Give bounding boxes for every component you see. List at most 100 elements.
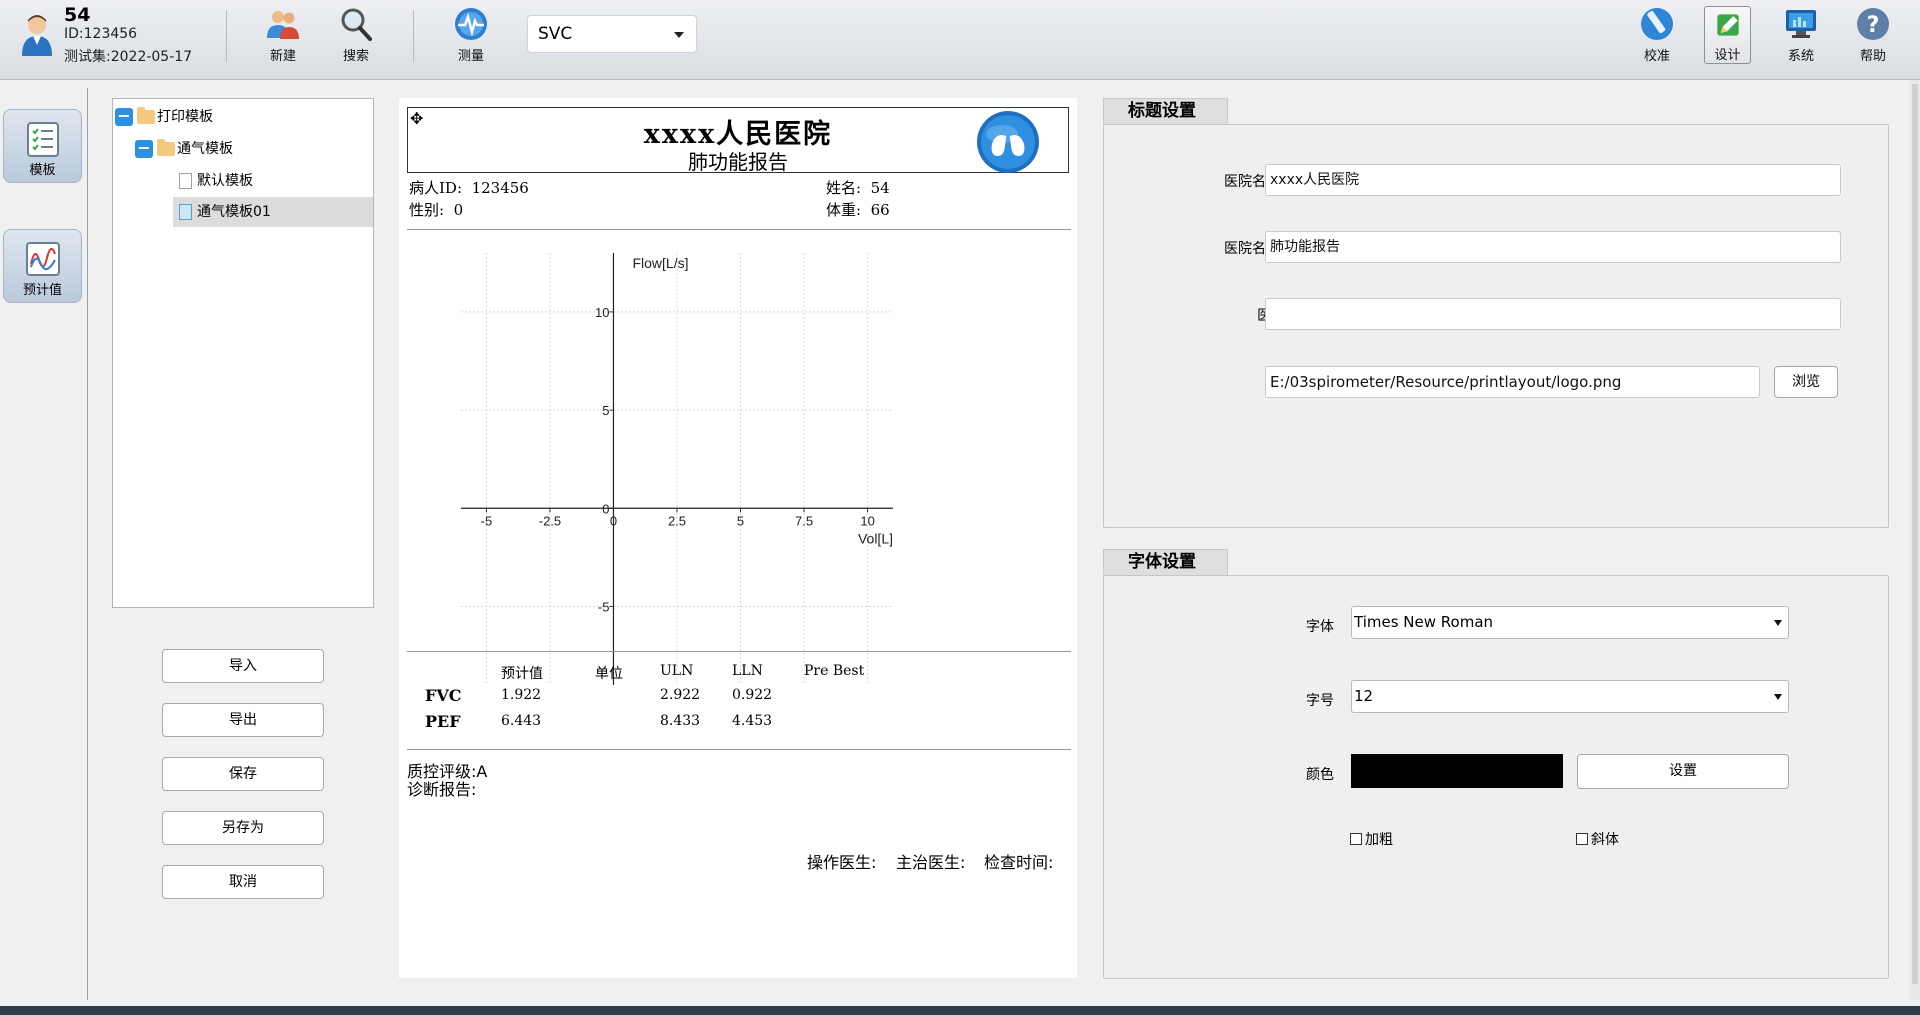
checkbox-box[interactable] xyxy=(1576,833,1588,845)
measure-label: 测量 xyxy=(457,49,484,64)
exam-time-label: 检查时间: xyxy=(984,853,1054,872)
users-icon xyxy=(267,11,299,39)
font-settings-tab: 字体设置 xyxy=(1103,549,1228,575)
browse-button[interactable]: 浏览 xyxy=(1774,366,1838,398)
template-tree: − 打印模板 − 通气模板 默认模板 通气模板01 xyxy=(112,98,374,608)
font-size-label: 字号 xyxy=(1306,693,1334,709)
export-button[interactable]: 导出 xyxy=(162,703,324,737)
tree-node-label: 通气模板01 xyxy=(197,204,271,220)
font-size-select[interactable]: 12 xyxy=(1351,680,1789,713)
user-id: ID:123456 xyxy=(64,26,138,42)
user-avatar-icon xyxy=(22,15,52,56)
italic-checkbox[interactable]: 斜体 xyxy=(1576,832,1619,848)
y-tick-label: -5 xyxy=(598,599,610,614)
x-tick-label: 10 xyxy=(860,513,874,528)
font-family-label: 字体 xyxy=(1306,619,1334,635)
flow-volume-chart[interactable]: -5-2.502.557.5101050-5Flow[L/s]Vol[L] xyxy=(419,243,939,703)
bold-checkbox[interactable]: 加粗 xyxy=(1350,832,1393,848)
test-date: 测试集:2022-05-17 xyxy=(64,49,193,65)
weight-value: 66 xyxy=(870,201,890,219)
operator-label: 操作医生: xyxy=(807,853,877,872)
contact-input[interactable] xyxy=(1265,298,1841,330)
sub-title-input[interactable]: 肺功能报告 xyxy=(1265,231,1841,263)
new-button[interactable]: 新建 xyxy=(253,4,313,64)
weight-label: 体重: xyxy=(826,201,862,219)
tree-node-label: 通气模板 xyxy=(177,141,233,157)
collapse-icon[interactable]: − xyxy=(115,108,133,126)
gender-value: 0 xyxy=(453,201,464,219)
x-tick-label: 7.5 xyxy=(795,513,813,528)
title-settings-tab: 标题设置 xyxy=(1103,98,1228,124)
x-tick-label: -2.5 xyxy=(539,513,561,528)
system-button[interactable]: 系统 xyxy=(1771,4,1831,64)
divider xyxy=(407,749,1071,750)
scrollbar-thumb[interactable] xyxy=(1912,84,1918,984)
toolbar-divider xyxy=(413,10,414,62)
help-label: 帮助 xyxy=(1859,49,1886,64)
table-header-cell: ULN xyxy=(660,663,694,679)
new-label: 新建 xyxy=(269,49,296,64)
search-button[interactable]: 搜索 xyxy=(326,4,386,64)
font-family-value: Times New Roman xyxy=(1354,613,1494,631)
table-predicted-cell: 1.922 xyxy=(501,687,542,703)
tree-node-default-template[interactable]: 默认模板 xyxy=(173,166,373,196)
font-size-value: 12 xyxy=(1354,687,1374,705)
save-button[interactable]: 保存 xyxy=(162,757,324,791)
tree-node-ventilation-template-01[interactable]: 通气模板01 xyxy=(173,197,373,227)
color-swatch[interactable] xyxy=(1351,754,1563,788)
taskbar-strip xyxy=(0,1006,1920,1015)
y-axis-label: Flow[L/s] xyxy=(632,255,688,271)
doctor-label: 主治医生: xyxy=(896,853,966,872)
table-header-cell: 预计值 xyxy=(501,666,543,682)
save-as-button[interactable]: 另存为 xyxy=(162,811,324,845)
patient-id-value: 123456 xyxy=(471,179,529,197)
x-tick-label: 2.5 xyxy=(668,513,686,528)
nav-template-label: 模板 xyxy=(29,163,56,178)
file-icon xyxy=(179,204,192,220)
cancel-button[interactable]: 取消 xyxy=(162,865,324,899)
measure-button[interactable]: 测量 xyxy=(441,4,501,64)
main-title-input[interactable]: xxxx人民医院 xyxy=(1265,164,1841,196)
tree-node-label: 打印模板 xyxy=(157,109,213,125)
toolbar-divider xyxy=(226,10,227,62)
tree-node-group[interactable]: − 通气模板 xyxy=(133,134,373,164)
system-label: 系统 xyxy=(1787,49,1814,64)
checkbox-box[interactable] xyxy=(1350,833,1362,845)
x-tick-label: 5 xyxy=(737,513,744,528)
design-button[interactable]: 设计 xyxy=(1704,6,1751,64)
font-family-select[interactable]: Times New Roman xyxy=(1351,606,1789,639)
tree-node-label: 默认模板 xyxy=(197,173,253,189)
help-icon: ? xyxy=(1857,8,1889,40)
table-lln-cell: 4.453 xyxy=(732,713,773,729)
set-color-button[interactable]: 设置 xyxy=(1577,754,1789,789)
vertical-scrollbar[interactable] xyxy=(1910,80,1920,1000)
report-header[interactable]: ✥ xxxx人民医院 肺功能报告 xyxy=(407,107,1069,174)
import-button[interactable]: 导入 xyxy=(162,649,324,683)
table-uln-cell: 2.922 xyxy=(660,687,701,703)
calibrate-label: 校准 xyxy=(1643,49,1670,64)
left-divider xyxy=(87,88,88,1000)
mode-select[interactable]: SVC xyxy=(527,15,697,53)
template-list-icon xyxy=(26,122,59,157)
logo-path-input[interactable]: E:/03spirometer/Resource/printlayout/log… xyxy=(1265,366,1760,398)
gender-label: 性别: xyxy=(409,201,445,219)
table-header-cell: LLN xyxy=(732,663,763,679)
search-icon xyxy=(341,8,372,41)
patient-id-row: 病人ID: 123456 xyxy=(409,177,529,198)
svg-text:?: ? xyxy=(1867,13,1880,38)
chevron-down-icon xyxy=(674,32,684,38)
tree-node-root[interactable]: − 打印模板 xyxy=(113,102,373,132)
calibrate-button[interactable]: 校准 xyxy=(1627,4,1687,64)
nav-predicted-button[interactable]: 预计值 xyxy=(3,229,82,303)
nav-template-button[interactable]: 模板 xyxy=(3,109,82,183)
title-settings-panel: 医院名称（主标题） xxxx人民医院 医院名称（副标题） 肺功能报告 医院电话&… xyxy=(1103,124,1889,528)
user-name: 54 xyxy=(64,4,91,26)
divider xyxy=(407,229,1071,230)
search-label: 搜索 xyxy=(342,49,369,64)
collapse-icon[interactable]: − xyxy=(135,140,153,158)
file-icon xyxy=(179,173,192,189)
weight-row: 体重: 66 xyxy=(826,199,890,220)
top-toolbar: 54 ID:123456 测试集:2022-05-17 新建 搜索 测量 SVC xyxy=(0,0,1920,80)
calibrate-icon xyxy=(1641,8,1673,40)
help-button[interactable]: ? 帮助 xyxy=(1843,4,1903,64)
